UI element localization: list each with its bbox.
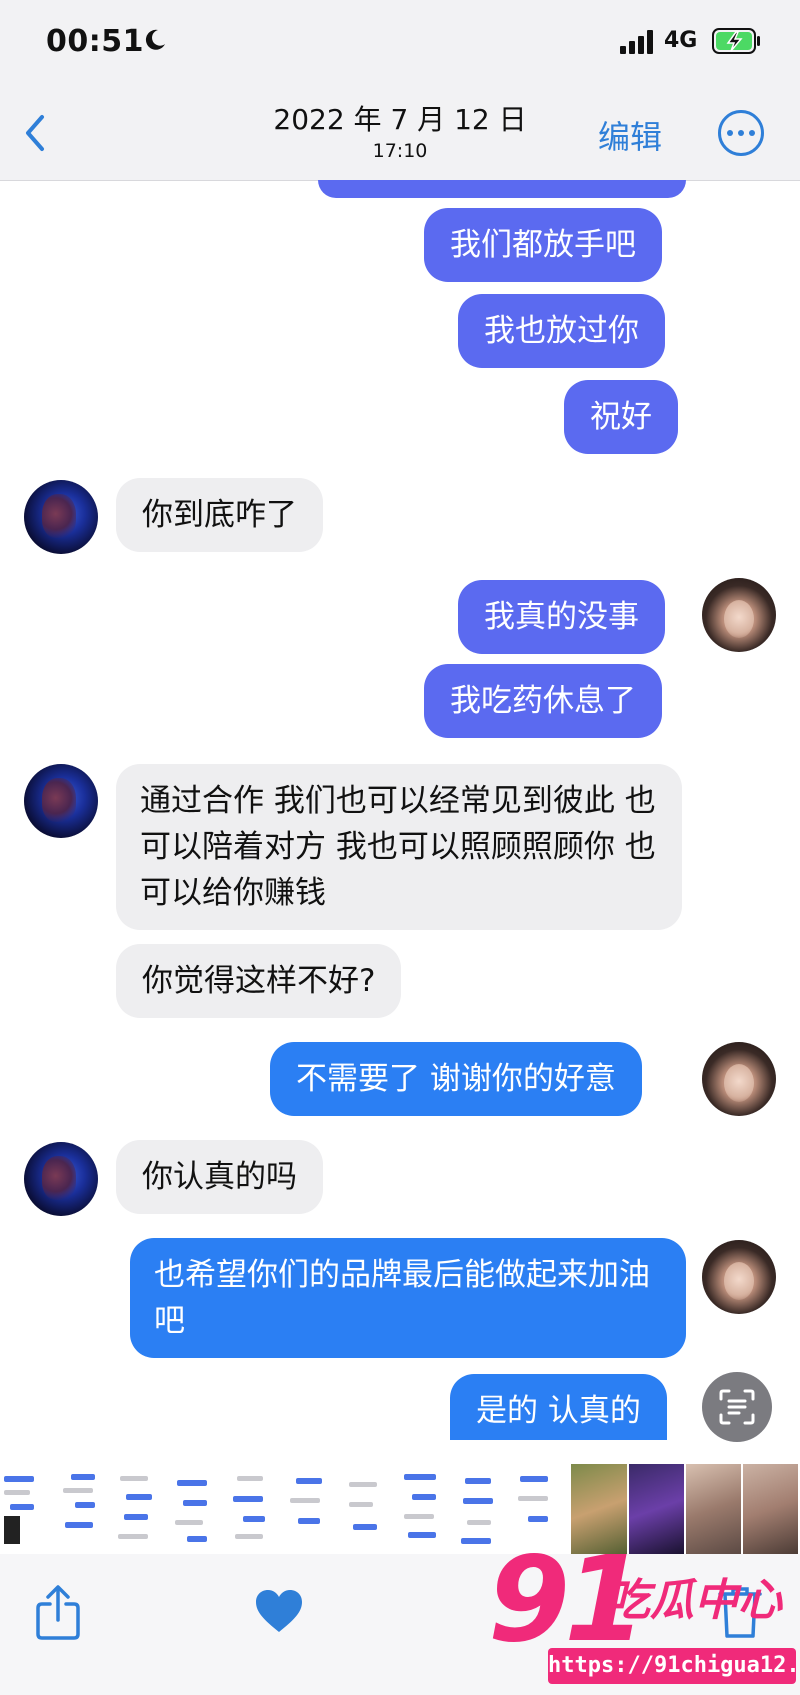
scan-text-icon bbox=[719, 1389, 755, 1425]
heart-icon[interactable] bbox=[254, 1588, 304, 1634]
thumbnail[interactable] bbox=[0, 1464, 58, 1554]
message-bubble-incoming: 通过合作 我们也可以经常见到彼此 也可以陪着对方 我也可以照顾照顾你 也可以给你… bbox=[116, 764, 682, 930]
back-button[interactable] bbox=[14, 108, 54, 158]
message-bubble-incoming: 你觉得这样不好? bbox=[116, 944, 402, 1018]
more-icon-dot bbox=[727, 130, 733, 136]
message-bubble-incoming: 你认真的吗 bbox=[116, 1140, 323, 1214]
moon-icon bbox=[145, 29, 165, 50]
message-bubble-outgoing: 我也放过你 bbox=[458, 294, 665, 368]
live-text-button[interactable] bbox=[702, 1372, 772, 1442]
watermark-brand: 吃瓜中心 bbox=[606, 1575, 782, 1626]
message-bubble-outgoing: 我们都放手吧 bbox=[424, 208, 662, 282]
nav-subtitle: 17:10 bbox=[372, 140, 428, 162]
message-bubble-outgoing: 也希望你们的品牌最后能做起来加油吧 bbox=[130, 1238, 686, 1358]
thumbnail[interactable] bbox=[399, 1464, 458, 1554]
message-bubble-cutoff bbox=[318, 180, 686, 198]
more-icon-dot bbox=[738, 130, 744, 136]
watermark-url: https://91chigua12.com bbox=[548, 1648, 800, 1684]
avatar-self bbox=[702, 578, 776, 652]
avatar-contact bbox=[24, 764, 98, 838]
network-label: 4G bbox=[664, 28, 698, 53]
thumbnail[interactable] bbox=[114, 1464, 172, 1554]
share-icon[interactable] bbox=[34, 1584, 82, 1640]
message-bubble-outgoing: 我真的没事 bbox=[458, 580, 665, 654]
thumbnail[interactable] bbox=[228, 1464, 286, 1554]
avatar-contact bbox=[24, 1142, 98, 1216]
thumbnail[interactable] bbox=[342, 1464, 400, 1554]
edit-button[interactable]: 编辑 bbox=[598, 112, 662, 158]
photo-viewer-screen: 00:51 4G 2022 年 7 月 12 日 17:10 编辑 我们都放手吧… bbox=[0, 0, 800, 1695]
nav-title-group: 2022 年 7 月 12 日 17:10 bbox=[250, 98, 550, 162]
message-bubble-outgoing: 我吃药休息了 bbox=[424, 664, 662, 738]
message-bubble-outgoing: 是的 认真的 bbox=[450, 1374, 667, 1440]
nav-title: 2022 年 7 月 12 日 bbox=[273, 103, 527, 136]
battery-charging-icon bbox=[712, 28, 760, 54]
thumbnail[interactable] bbox=[285, 1464, 343, 1554]
message-bubble-incoming: 你到底咋了 bbox=[116, 478, 323, 552]
status-bar: 00:51 4G bbox=[0, 0, 800, 88]
avatar-self bbox=[702, 1042, 776, 1116]
avatar-contact bbox=[24, 480, 98, 554]
message-bubble-outgoing: 祝好 bbox=[564, 380, 678, 454]
thumbnail[interactable] bbox=[171, 1464, 229, 1554]
navigation-bar: 2022 年 7 月 12 日 17:10 编辑 bbox=[0, 88, 800, 181]
signal-icon bbox=[620, 30, 653, 54]
avatar-self bbox=[702, 1240, 776, 1314]
thumbnail[interactable] bbox=[57, 1464, 115, 1554]
chevron-left-icon bbox=[26, 115, 44, 151]
more-icon-dot bbox=[749, 130, 755, 136]
message-bubble-outgoing: 不需要了 谢谢你的好意 bbox=[270, 1042, 642, 1116]
watermark: 91 吃瓜中心 https://91chigua12.com bbox=[488, 1540, 800, 1695]
more-button[interactable] bbox=[718, 110, 764, 156]
status-time: 00:51 bbox=[46, 24, 144, 59]
